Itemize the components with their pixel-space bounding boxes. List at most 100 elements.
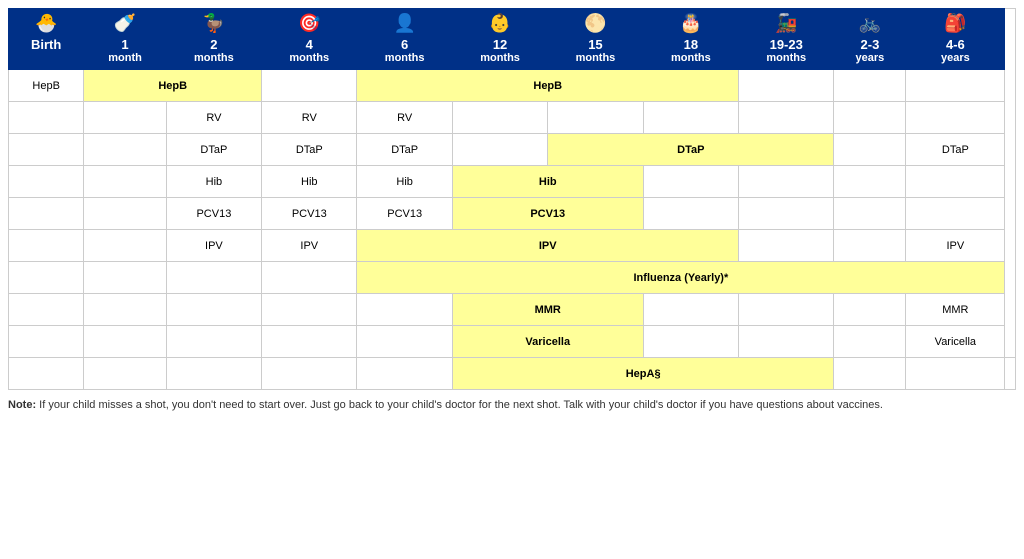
rv-birth (9, 102, 84, 134)
6months-icon: 👤 (359, 13, 449, 35)
19-23months-icon: 🚂 (741, 13, 831, 35)
hepb-1-2mo: HepB (84, 70, 262, 102)
dtap-15-23mo: DTaP (548, 134, 834, 166)
mmr-2mo (166, 294, 261, 326)
4-6years-icon: 🎒 (908, 13, 1002, 35)
ipv-4mo: IPV (262, 230, 357, 262)
hib-row: Hib Hib Hib Hib (9, 166, 1016, 198)
dtap-6mo: DTaP (357, 134, 452, 166)
hib-2mo: Hib (166, 166, 261, 198)
mmr-birth (9, 294, 84, 326)
varicella-2-3yr (834, 326, 906, 358)
varicella-birth (9, 326, 84, 358)
pcv13-4-6yr (906, 198, 1005, 230)
hepb-4-6yr (906, 70, 1005, 102)
varicella-4-6yr: Varicella (906, 326, 1005, 358)
hib-19-23mo (739, 166, 834, 198)
18months-icon: 🎂 (646, 13, 736, 35)
mmr-18mo (643, 294, 738, 326)
dtap-2mo: DTaP (166, 134, 261, 166)
dtap-birth (9, 134, 84, 166)
hib-18mo (643, 166, 738, 198)
rv-2-3yr (834, 102, 906, 134)
hepb-row: HepB HepB HepB (9, 70, 1016, 102)
col-header-19-23months: 🚂 19-23 months (739, 9, 834, 70)
mmr-4-6yr: MMR (906, 294, 1005, 326)
varicella-12-15mo: Varicella (452, 326, 643, 358)
rv-6mo: RV (357, 102, 452, 134)
rv-1mo (84, 102, 166, 134)
varicella-6mo (357, 326, 452, 358)
pcv13-2-3yr (834, 198, 906, 230)
hib-6mo: Hib (357, 166, 452, 198)
dtap-4mo: DTaP (262, 134, 357, 166)
col-header-18months: 🎂 18 months (643, 9, 738, 70)
influenza-birth (9, 262, 84, 294)
col-header-2months: 🦆 2 months (166, 9, 261, 70)
rv-19-23mo (739, 102, 834, 134)
2months-icon: 🦆 (169, 13, 259, 35)
dtap-2-3yr (834, 134, 906, 166)
hepb-6-18mo: HepB (357, 70, 739, 102)
pcv13-6mo: PCV13 (357, 198, 452, 230)
rv-18mo (643, 102, 738, 134)
15months-icon: 🌕 (550, 13, 640, 35)
pcv13-19-23mo (739, 198, 834, 230)
mmr-19-23mo (739, 294, 834, 326)
varicella-2mo (166, 326, 261, 358)
col-header-12months: 👶 12 months (452, 9, 547, 70)
note-text: If your child misses a shot, you don't n… (39, 399, 883, 411)
mmr-row: MMR MMR (9, 294, 1016, 326)
mmr-2-3yr (834, 294, 906, 326)
ipv-6-18mo: IPV (357, 230, 739, 262)
col-header-6months: 👤 6 months (357, 9, 452, 70)
hepa-12-23mo: HepA§ (452, 358, 834, 390)
vaccine-schedule-table: 🐣 Birth 🍼 1 month 🦆 2 months 🎯 4 months … (8, 8, 1016, 390)
4months-icon: 🎯 (264, 13, 354, 35)
dtap-4-6yr: DTaP (906, 134, 1005, 166)
ipv-2mo: IPV (166, 230, 261, 262)
dtap-12mo (452, 134, 547, 166)
varicella-4mo (262, 326, 357, 358)
rv-12mo (452, 102, 547, 134)
pcv13-2mo: PCV13 (166, 198, 261, 230)
rv-row: RV RV RV (9, 102, 1016, 134)
col-header-2-3years: 🚲 2-3 years (834, 9, 906, 70)
col-header-4-6years: 🎒 4-6 years (906, 9, 1005, 70)
hepa-2mo (166, 358, 261, 390)
ipv-2-3yr (834, 230, 906, 262)
pcv13-12-15mo: PCV13 (452, 198, 643, 230)
influenza-4mo (262, 262, 357, 294)
influenza-6mo-plus: Influenza (Yearly)* (357, 262, 1005, 294)
mmr-4mo (262, 294, 357, 326)
pcv13-4mo: PCV13 (262, 198, 357, 230)
2-3years-icon: 🚲 (836, 13, 903, 35)
birth-icon: 🐣 (11, 13, 81, 35)
varicella-18mo (643, 326, 738, 358)
hib-4mo: Hib (262, 166, 357, 198)
hepb-4mo (262, 70, 357, 102)
rv-4mo: RV (262, 102, 357, 134)
hepb-birth: HepB (9, 70, 84, 102)
pcv13-row: PCV13 PCV13 PCV13 PCV13 (9, 198, 1016, 230)
col-header-1month: 🍼 1 month (84, 9, 166, 70)
hepb-19-23mo (739, 70, 834, 102)
influenza-row: Influenza (Yearly)* (9, 262, 1016, 294)
varicella-1mo (84, 326, 166, 358)
hepa-1mo (84, 358, 166, 390)
col-header-15months: 🌕 15 months (548, 9, 643, 70)
note-section: Note: If your child misses a shot, you d… (8, 398, 1016, 413)
ipv-birth (9, 230, 84, 262)
hepa-6mo (357, 358, 452, 390)
ipv-19-23mo (739, 230, 834, 262)
rv-2mo: RV (166, 102, 261, 134)
hepa-2-3yr (906, 358, 1005, 390)
hib-12-15mo: Hib (452, 166, 643, 198)
dtap-1mo (84, 134, 166, 166)
hepa-birth (9, 358, 84, 390)
mmr-12-15mo: MMR (452, 294, 643, 326)
col-header-4months: 🎯 4 months (262, 9, 357, 70)
influenza-1mo (84, 262, 166, 294)
mmr-1mo (84, 294, 166, 326)
12months-icon: 👶 (455, 13, 545, 35)
